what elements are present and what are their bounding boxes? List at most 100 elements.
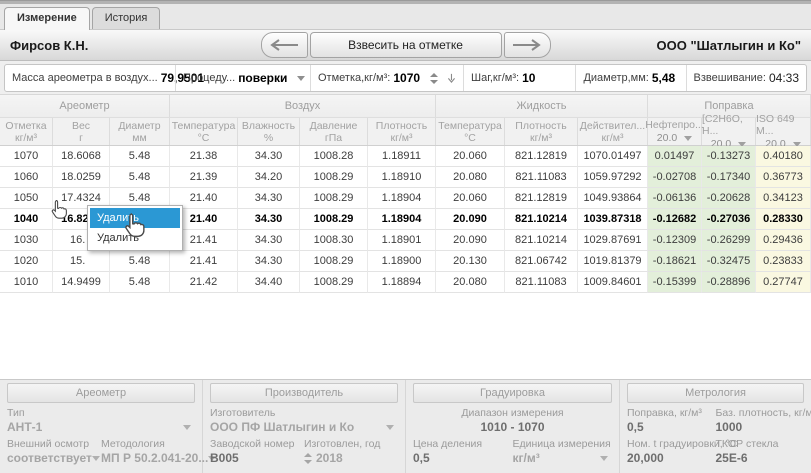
- table-row[interactable]: 101014.94995.4821.4234.401008.291.188942…: [0, 272, 811, 293]
- cell[interactable]: 1009.84601: [578, 272, 648, 293]
- cell[interactable]: 1029.87691: [578, 230, 648, 251]
- cell[interactable]: 1008.30: [300, 230, 368, 251]
- cell[interactable]: 1.18904: [368, 188, 436, 209]
- cell[interactable]: 1059.97292: [578, 167, 648, 188]
- cell[interactable]: 821.12819: [505, 146, 578, 167]
- mark-stepper[interactable]: [430, 73, 438, 84]
- weigh-at-mark-button[interactable]: Взвесить на отметке: [310, 32, 502, 58]
- cell[interactable]: -0.02708: [648, 167, 702, 188]
- cell[interactable]: 1070.01497: [578, 146, 648, 167]
- cell[interactable]: 1008.29: [300, 251, 368, 272]
- cell[interactable]: 0.28330: [756, 209, 811, 230]
- cell[interactable]: 20.060: [436, 188, 505, 209]
- cell[interactable]: 34.40: [238, 272, 300, 293]
- cell[interactable]: 1.18900: [368, 251, 436, 272]
- cell[interactable]: 1008.29: [300, 272, 368, 293]
- cell[interactable]: 821.10214: [505, 230, 578, 251]
- cell[interactable]: 1.18904: [368, 209, 436, 230]
- year-stepper[interactable]: [304, 453, 312, 464]
- cell[interactable]: 1008.29: [300, 167, 368, 188]
- cell[interactable]: 34.30: [238, 188, 300, 209]
- previous-mark-button[interactable]: [261, 32, 308, 58]
- cell[interactable]: 1070: [0, 146, 53, 167]
- cell[interactable]: 821.12819: [505, 188, 578, 209]
- cell[interactable]: 21.39: [170, 167, 238, 188]
- cell[interactable]: 5.48: [110, 272, 170, 293]
- cell[interactable]: 21.42: [170, 272, 238, 293]
- chevron-down-icon[interactable]: [297, 76, 305, 81]
- cell[interactable]: 34.30: [238, 251, 300, 272]
- cell[interactable]: 0.23833: [756, 251, 811, 272]
- cell[interactable]: 1008.28: [300, 146, 368, 167]
- cell[interactable]: 5.48: [110, 167, 170, 188]
- cell[interactable]: 821.11083: [505, 272, 578, 293]
- cell[interactable]: 20.090: [436, 209, 505, 230]
- cell[interactable]: 1060: [0, 167, 53, 188]
- cell[interactable]: 0.01497: [648, 146, 702, 167]
- cell[interactable]: 34.30: [238, 230, 300, 251]
- cell[interactable]: -0.12682: [648, 209, 702, 230]
- context-menu-item-delete[interactable]: Удалить: [90, 228, 180, 248]
- cell[interactable]: -0.26299: [702, 230, 756, 251]
- cell[interactable]: 0.40180: [756, 146, 811, 167]
- table-row[interactable]: 106018.02595.4821.3934.201008.291.189102…: [0, 167, 811, 188]
- cell[interactable]: 34.30: [238, 209, 300, 230]
- cell[interactable]: 20.060: [436, 146, 505, 167]
- cell[interactable]: -0.28896: [702, 272, 756, 293]
- next-mark-button[interactable]: [504, 32, 551, 58]
- tab-measurement[interactable]: Измерение: [4, 7, 90, 30]
- cell[interactable]: -0.20628: [702, 188, 756, 209]
- context-menu-item-delete[interactable]: Удалить: [90, 208, 180, 228]
- cell[interactable]: 1008.29: [300, 209, 368, 230]
- cell[interactable]: -0.15399: [648, 272, 702, 293]
- cell[interactable]: 821.11083: [505, 167, 578, 188]
- cell[interactable]: 0.34123: [756, 188, 811, 209]
- move-down-icon[interactable]: [447, 71, 456, 85]
- cell[interactable]: 14.9499: [53, 272, 110, 293]
- tab-history[interactable]: История: [92, 7, 161, 29]
- cell[interactable]: 1030: [0, 230, 53, 251]
- cell[interactable]: 34.20: [238, 167, 300, 188]
- table-row[interactable]: 102015.5.4821.4134.301008.291.1890020.13…: [0, 251, 811, 272]
- correction-temp-dropdown[interactable]: 20.0: [657, 132, 692, 144]
- cell[interactable]: 1.18894: [368, 272, 436, 293]
- cell[interactable]: -0.32475: [702, 251, 756, 272]
- cell[interactable]: 20.130: [436, 251, 505, 272]
- chevron-down-icon[interactable]: [92, 456, 100, 461]
- cell[interactable]: 18.6068: [53, 146, 110, 167]
- cell[interactable]: 18.0259: [53, 167, 110, 188]
- cell[interactable]: 1040: [0, 209, 53, 230]
- cell[interactable]: 0.27747: [756, 272, 811, 293]
- cell[interactable]: 1049.93864: [578, 188, 648, 209]
- cell[interactable]: 20.090: [436, 230, 505, 251]
- cell[interactable]: 0.29436: [756, 230, 811, 251]
- cell[interactable]: 20.080: [436, 272, 505, 293]
- cell[interactable]: 21.38: [170, 146, 238, 167]
- cell[interactable]: -0.12309: [648, 230, 702, 251]
- cell[interactable]: -0.27036: [702, 209, 756, 230]
- cell[interactable]: 34.30: [238, 146, 300, 167]
- chevron-down-icon[interactable]: [600, 456, 608, 461]
- cell[interactable]: -0.13273: [702, 146, 756, 167]
- cell[interactable]: 1008.29: [300, 188, 368, 209]
- cell[interactable]: 5.48: [110, 146, 170, 167]
- chevron-down-icon[interactable]: [386, 425, 394, 430]
- cell[interactable]: 0.36773: [756, 167, 811, 188]
- cell[interactable]: 1020: [0, 251, 53, 272]
- cell[interactable]: 15.: [53, 251, 110, 272]
- cell[interactable]: 1050: [0, 188, 53, 209]
- table-row[interactable]: 107018.60685.4821.3834.301008.281.189112…: [0, 146, 811, 167]
- cell[interactable]: -0.18621: [648, 251, 702, 272]
- cell[interactable]: 821.10214: [505, 209, 578, 230]
- cell[interactable]: 21.41: [170, 251, 238, 272]
- cell[interactable]: 1039.87318: [578, 209, 648, 230]
- cell[interactable]: -0.06136: [648, 188, 702, 209]
- cell[interactable]: 5.48: [110, 251, 170, 272]
- cell[interactable]: 1.18910: [368, 167, 436, 188]
- cell[interactable]: 20.080: [436, 167, 505, 188]
- cell[interactable]: 821.06742: [505, 251, 578, 272]
- cell[interactable]: -0.17340: [702, 167, 756, 188]
- cell[interactable]: 1.18911: [368, 146, 436, 167]
- cell[interactable]: 1.18901: [368, 230, 436, 251]
- chevron-down-icon[interactable]: [183, 425, 191, 430]
